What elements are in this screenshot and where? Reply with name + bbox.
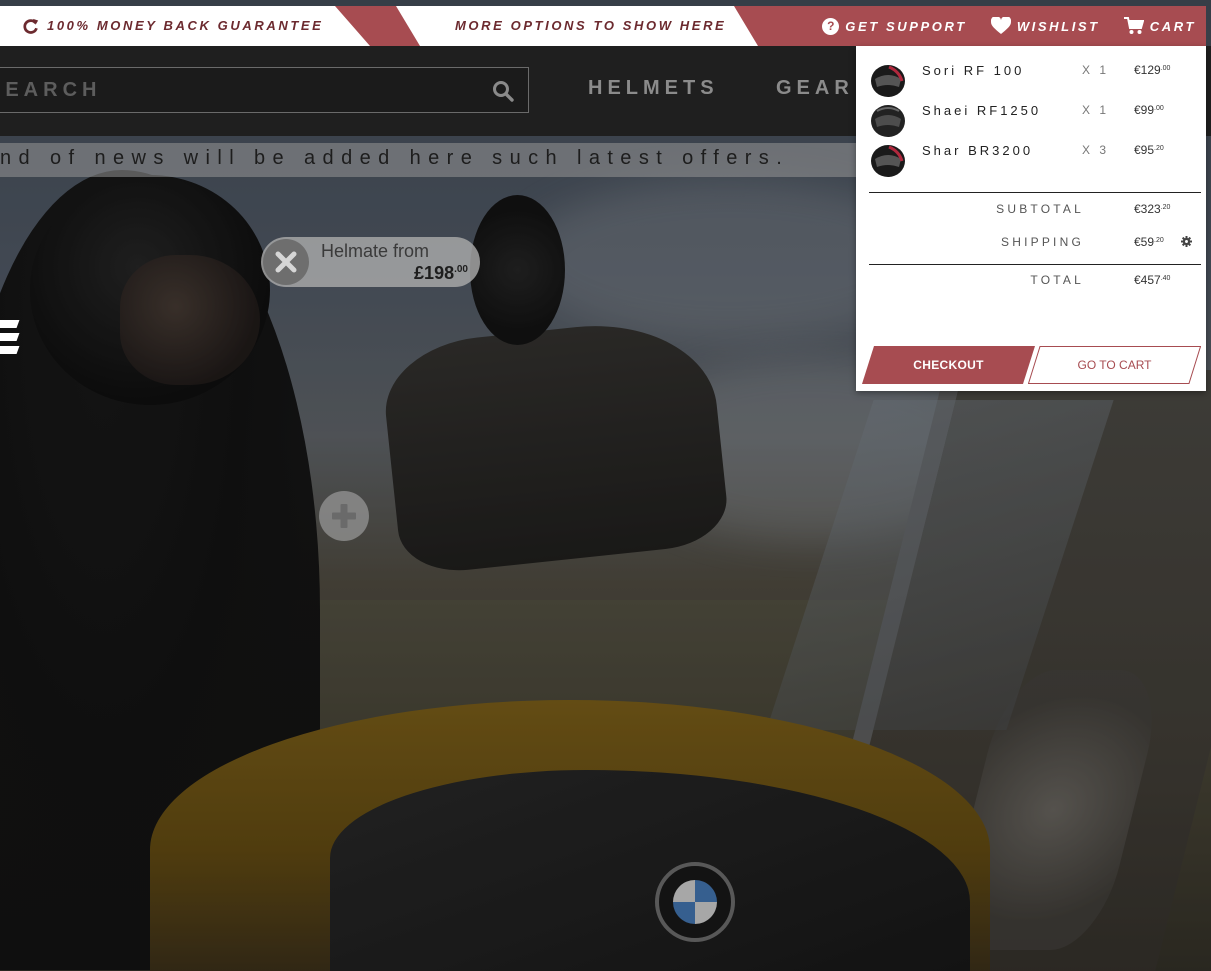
total-value: €457.40 (1134, 273, 1170, 287)
cart-item-qty: X 1 (1082, 103, 1110, 117)
heart-icon (990, 17, 1011, 34)
cart-item-price: €129.00 (1134, 63, 1170, 77)
add-hotspot-button[interactable] (319, 491, 369, 541)
search-box (0, 67, 529, 113)
cart-link[interactable]: CART (1123, 17, 1196, 35)
cart-item-price: €99.00 (1134, 103, 1164, 117)
wishlist-link[interactable]: WISHLIST (990, 17, 1100, 35)
wishlist-label: WISHLIST (1016, 18, 1100, 34)
question-icon: ? (822, 17, 840, 35)
guarantee-label: 100% MONEY BACK GUARANTEE (47, 18, 324, 33)
subtotal-label: SUBTOTAL (996, 202, 1084, 216)
product-hotspot-tooltip: Helmate from £198.00 (261, 237, 480, 287)
cart-item[interactable]: Shaei RF1250 X 1 €99.00 (856, 100, 1206, 140)
support-label: GET SUPPORT (845, 18, 967, 34)
price-main: £198 (414, 263, 455, 283)
tooltip-price: £198.00 (414, 263, 468, 284)
cart-item-name: Shar BR3200 (922, 143, 1034, 158)
helmet-thumbnail (871, 65, 905, 97)
price-cents: .40 (1160, 275, 1171, 282)
subtotal-row: SUBTOTAL €323.20 (856, 202, 1206, 222)
news-ticker: nd of news will be added here such lates… (0, 143, 868, 177)
price-cents: .00 (1160, 65, 1171, 72)
divider (869, 192, 1201, 193)
price-main: €457 (1134, 273, 1161, 287)
go-to-cart-label: GO TO CART (1077, 358, 1152, 372)
shipping-row: SHIPPING €59.20 (856, 235, 1206, 255)
cart-item-price: €95.20 (1134, 143, 1164, 157)
price-cents: .00 (454, 264, 468, 275)
search-icon[interactable] (492, 80, 514, 102)
money-back-guarantee: 100% MONEY BACK GUARANTEE (22, 6, 323, 46)
price-main: €95 (1134, 143, 1155, 157)
cart-item-name: Shaei RF1250 (922, 103, 1042, 118)
cart-item[interactable]: Shar BR3200 X 3 €95.20 (856, 140, 1206, 180)
shipping-label: SHIPPING (1001, 235, 1084, 249)
cart-icon (1123, 17, 1144, 34)
refresh-icon (23, 18, 39, 34)
checkout-button[interactable]: CHECKOUT (862, 346, 1035, 384)
plus-icon (332, 504, 356, 528)
shipping-value: €59.20 (1134, 235, 1164, 249)
price-main: €59 (1134, 235, 1155, 249)
cart-dropdown: Sori RF 100 X 1 €129.00 Shaei RF1250 X 1… (856, 46, 1206, 391)
nav-item-helmets[interactable]: HELMETS (588, 77, 719, 100)
cart-item[interactable]: Sori RF 100 X 1 €129.00 (856, 60, 1206, 100)
tooltip-label: Helmate from (321, 241, 430, 261)
cart-item-qty: X 3 (1082, 143, 1110, 157)
divider (869, 264, 1201, 265)
price-main: €323 (1134, 202, 1161, 216)
price-cents: .00 (1154, 105, 1164, 112)
price-cents: .20 (1160, 204, 1171, 211)
cart-label: CART (1149, 18, 1196, 34)
helmet-thumbnail (871, 105, 905, 137)
more-options-label: MORE OPTIONS TO SHOW HERE (455, 18, 727, 33)
ticker-text: nd of news will be added here such lates… (0, 147, 790, 169)
go-to-cart-button[interactable]: GO TO CART (1028, 346, 1201, 384)
close-icon (275, 251, 297, 273)
total-row: TOTAL €457.40 (856, 273, 1206, 293)
top-bar: 100% MONEY BACK GUARANTEE MORE OPTIONS T… (0, 6, 1206, 58)
gear-icon[interactable] (1181, 236, 1192, 247)
total-label: TOTAL (1030, 273, 1084, 287)
helmet-thumbnail (871, 145, 905, 177)
search-input[interactable] (0, 68, 471, 112)
price-cents: .20 (1154, 237, 1164, 244)
cart-item-qty: X 1 (1082, 63, 1110, 77)
price-cents: .20 (1154, 145, 1164, 152)
close-button[interactable] (263, 239, 309, 285)
nav-item-gear[interactable]: GEAR (776, 77, 854, 100)
hero-headline-fragment (0, 320, 20, 354)
price-main: €129 (1134, 63, 1161, 77)
get-support-link[interactable]: ? GET SUPPORT (822, 17, 967, 35)
subtotal-value: €323.20 (1134, 202, 1170, 216)
price-main: €99 (1134, 103, 1155, 117)
cart-item-name: Sori RF 100 (922, 63, 1025, 78)
